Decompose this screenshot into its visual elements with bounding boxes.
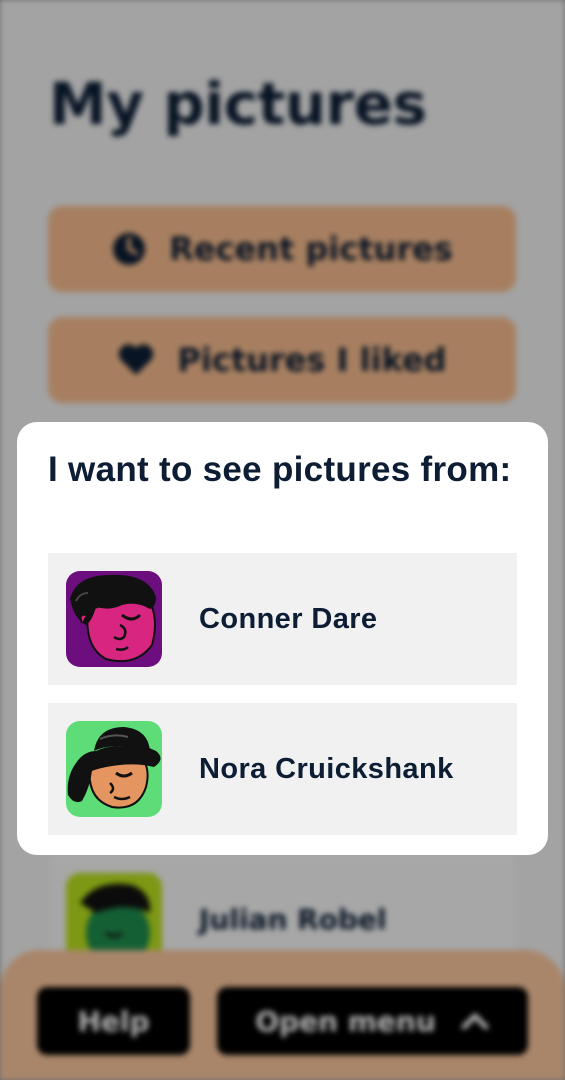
avatar (66, 571, 162, 667)
dialog-title: I want to see pictures from: (48, 450, 512, 489)
people-picker-dialog: I want to see pictures from: Conner Dare (17, 422, 548, 855)
person-item-nora-cruickshank[interactable]: Nora Cruickshank (48, 703, 517, 835)
avatar (66, 721, 162, 817)
person-name: Nora Cruickshank (199, 753, 454, 785)
person-item-conner-dare[interactable]: Conner Dare (48, 553, 517, 685)
person-name: Conner Dare (199, 603, 378, 635)
